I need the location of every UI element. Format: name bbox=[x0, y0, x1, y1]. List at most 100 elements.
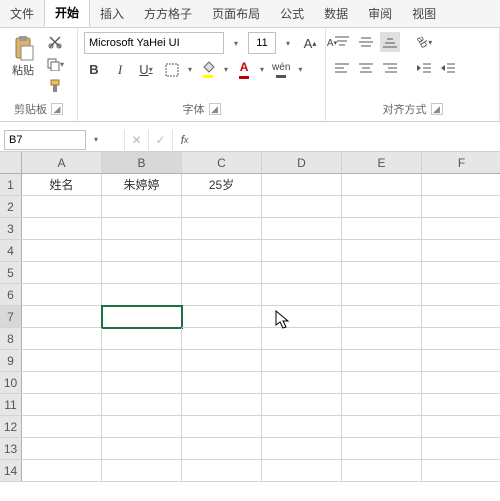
cell-C4[interactable] bbox=[182, 240, 262, 262]
font-size-combo[interactable] bbox=[248, 32, 276, 54]
col-header-D[interactable]: D bbox=[262, 152, 342, 174]
col-header-F[interactable]: F bbox=[422, 152, 500, 174]
cell-A10[interactable] bbox=[22, 372, 102, 394]
row-header-9[interactable]: 9 bbox=[0, 350, 22, 372]
cell-B2[interactable] bbox=[102, 196, 182, 218]
cell-D12[interactable] bbox=[262, 416, 342, 438]
cut-button[interactable] bbox=[44, 32, 66, 52]
cell-B14[interactable] bbox=[102, 460, 182, 482]
cell-A9[interactable] bbox=[22, 350, 102, 372]
cell-F1[interactable] bbox=[422, 174, 500, 196]
cell-B10[interactable] bbox=[102, 372, 182, 394]
col-header-A[interactable]: A bbox=[22, 152, 102, 174]
cell-F2[interactable] bbox=[422, 196, 500, 218]
row-header-1[interactable]: 1 bbox=[0, 174, 22, 196]
bold-button[interactable]: B bbox=[84, 60, 104, 80]
orientation-button[interactable]: ab▾ bbox=[414, 32, 434, 52]
cell-A2[interactable] bbox=[22, 196, 102, 218]
cell-C8[interactable] bbox=[182, 328, 262, 350]
increase-indent-button[interactable] bbox=[438, 58, 458, 78]
cell-A5[interactable] bbox=[22, 262, 102, 284]
cell-B4[interactable] bbox=[102, 240, 182, 262]
cell-E12[interactable] bbox=[342, 416, 422, 438]
cell-C14[interactable] bbox=[182, 460, 262, 482]
cell-D13[interactable] bbox=[262, 438, 342, 460]
alignment-dialog-launcher[interactable]: ◢ bbox=[431, 103, 443, 115]
cell-B7[interactable] bbox=[102, 306, 182, 328]
cell-E11[interactable] bbox=[342, 394, 422, 416]
col-header-E[interactable]: E bbox=[342, 152, 422, 174]
name-box-dropdown[interactable]: ▾ bbox=[86, 130, 106, 150]
cell-C12[interactable] bbox=[182, 416, 262, 438]
cell-F13[interactable] bbox=[422, 438, 500, 460]
cell-C7[interactable] bbox=[182, 306, 262, 328]
cell-F12[interactable] bbox=[422, 416, 500, 438]
cell-B9[interactable] bbox=[102, 350, 182, 372]
tab-5[interactable]: 公式 bbox=[270, 0, 314, 27]
row-header-4[interactable]: 4 bbox=[0, 240, 22, 262]
cell-C1[interactable]: 25岁 bbox=[182, 174, 262, 196]
font-color-button[interactable]: A bbox=[234, 58, 254, 81]
phonetic-button[interactable]: wén bbox=[270, 60, 292, 80]
cell-D14[interactable] bbox=[262, 460, 342, 482]
cell-E9[interactable] bbox=[342, 350, 422, 372]
row-header-10[interactable]: 10 bbox=[0, 372, 22, 394]
cell-A12[interactable] bbox=[22, 416, 102, 438]
cell-F10[interactable] bbox=[422, 372, 500, 394]
tab-0[interactable]: 文件 bbox=[0, 0, 44, 27]
tab-2[interactable]: 插入 bbox=[90, 0, 134, 27]
row-header-2[interactable]: 2 bbox=[0, 196, 22, 218]
insert-function-button[interactable]: fx bbox=[172, 130, 196, 150]
cell-E3[interactable] bbox=[342, 218, 422, 240]
cell-C9[interactable] bbox=[182, 350, 262, 372]
align-middle-button[interactable] bbox=[356, 32, 376, 52]
cell-D7[interactable] bbox=[262, 306, 342, 328]
tab-6[interactable]: 数据 bbox=[314, 0, 358, 27]
cell-A7[interactable] bbox=[22, 306, 102, 328]
increase-font-button[interactable]: A▴ bbox=[300, 33, 320, 53]
cell-E4[interactable] bbox=[342, 240, 422, 262]
cell-C6[interactable] bbox=[182, 284, 262, 306]
clipboard-dialog-launcher[interactable]: ◢ bbox=[51, 103, 63, 115]
cell-B6[interactable] bbox=[102, 284, 182, 306]
cell-B8[interactable] bbox=[102, 328, 182, 350]
cancel-formula-button[interactable]: ✕ bbox=[124, 130, 148, 150]
col-header-B[interactable]: B bbox=[102, 152, 182, 174]
cell-E6[interactable] bbox=[342, 284, 422, 306]
cell-B11[interactable] bbox=[102, 394, 182, 416]
enter-formula-button[interactable]: ✓ bbox=[148, 130, 172, 150]
row-header-14[interactable]: 14 bbox=[0, 460, 22, 482]
cell-A6[interactable] bbox=[22, 284, 102, 306]
fill-color-button[interactable] bbox=[198, 59, 218, 80]
cell-D1[interactable] bbox=[262, 174, 342, 196]
align-center-button[interactable] bbox=[356, 58, 376, 78]
cell-C10[interactable] bbox=[182, 372, 262, 394]
cell-E10[interactable] bbox=[342, 372, 422, 394]
borders-button[interactable] bbox=[162, 60, 182, 80]
cell-E14[interactable] bbox=[342, 460, 422, 482]
decrease-indent-button[interactable] bbox=[414, 58, 434, 78]
font-family-dropdown[interactable]: ▾ bbox=[226, 33, 246, 53]
cell-E7[interactable] bbox=[342, 306, 422, 328]
align-bottom-button[interactable] bbox=[380, 32, 400, 52]
cell-D11[interactable] bbox=[262, 394, 342, 416]
row-header-8[interactable]: 8 bbox=[0, 328, 22, 350]
format-painter-button[interactable] bbox=[44, 76, 66, 96]
cell-B1[interactable]: 朱婷婷 bbox=[102, 174, 182, 196]
cell-E5[interactable] bbox=[342, 262, 422, 284]
cell-A4[interactable] bbox=[22, 240, 102, 262]
cell-E2[interactable] bbox=[342, 196, 422, 218]
row-header-12[interactable]: 12 bbox=[0, 416, 22, 438]
cell-A8[interactable] bbox=[22, 328, 102, 350]
cell-F6[interactable] bbox=[422, 284, 500, 306]
cell-D3[interactable] bbox=[262, 218, 342, 240]
row-header-11[interactable]: 11 bbox=[0, 394, 22, 416]
cell-A14[interactable] bbox=[22, 460, 102, 482]
cell-F5[interactable] bbox=[422, 262, 500, 284]
cell-C2[interactable] bbox=[182, 196, 262, 218]
align-left-button[interactable] bbox=[332, 58, 352, 78]
paste-button[interactable]: 粘贴 bbox=[6, 32, 40, 82]
cell-F14[interactable] bbox=[422, 460, 500, 482]
cell-A13[interactable] bbox=[22, 438, 102, 460]
cell-D10[interactable] bbox=[262, 372, 342, 394]
